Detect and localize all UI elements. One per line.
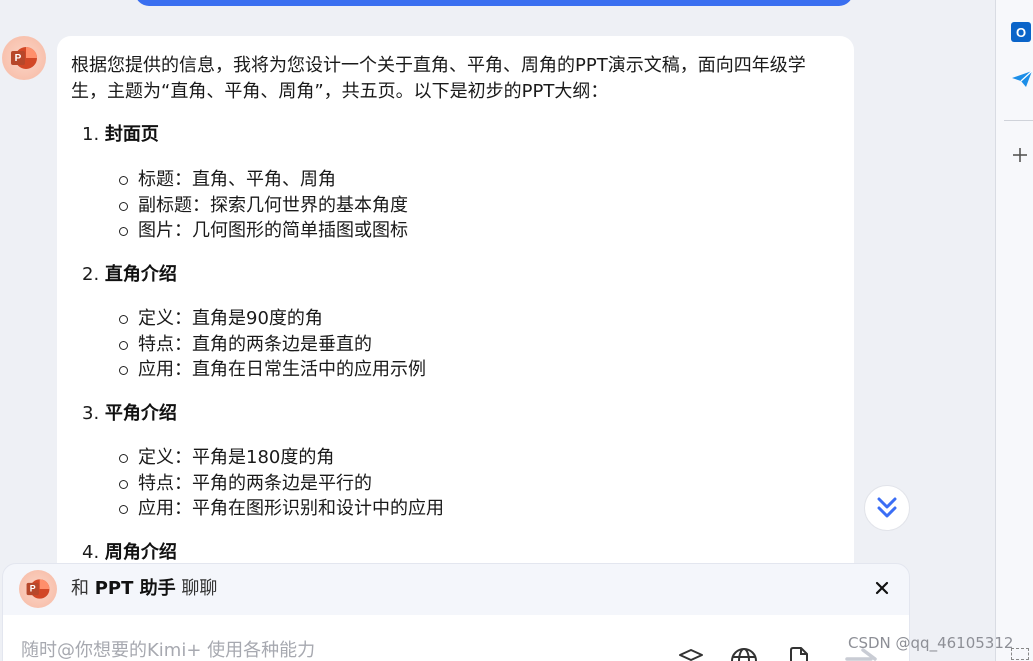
chat-composer: 和 PPT 助手 聊聊 随时@你想要的Kimi+ 使用各种能力 bbox=[2, 563, 910, 661]
list-item: 定义：直角是90度的角 bbox=[119, 306, 426, 332]
outlook-icon[interactable]: O bbox=[1011, 22, 1031, 42]
list-item: 副标题：探索几何世界的基本角度 bbox=[119, 193, 408, 219]
section-2-bullets: 定义：直角是90度的角 特点：直角的两条边是垂直的 应用：直角在日常生活中的应用… bbox=[119, 306, 426, 383]
assistant-avatar: P bbox=[2, 36, 46, 80]
composer-prefix: 和 bbox=[71, 578, 89, 599]
message-intro-text: 根据您提供的信息，我将为您设计一个关于直角、平角、周角的PPT演示文稿，面向四年… bbox=[71, 55, 806, 102]
right-sidebar bbox=[996, 0, 1033, 661]
ppt-assistant-avatar: P bbox=[19, 570, 57, 608]
section-number: 2. bbox=[82, 264, 100, 285]
list-item: 特点：平角的两条边是平行的 bbox=[119, 471, 444, 497]
previous-user-message-bubble bbox=[135, 0, 853, 6]
list-item: 图片：几何图形的简单插图或图标 bbox=[119, 218, 408, 244]
list-item: 应用：直角在日常生活中的应用示例 bbox=[119, 357, 426, 383]
list-item: 标题：直角、平角、周角 bbox=[119, 167, 408, 193]
outline-section-3: 3. 平角介绍 bbox=[82, 401, 177, 427]
sidebar-collapse-icon[interactable] bbox=[1011, 648, 1029, 660]
section-3-bullets: 定义：平角是180度的角 特点：平角的两条边是平行的 应用：平角在图形识别和设计… bbox=[119, 445, 444, 522]
composer-header: 和 PPT 助手 聊聊 bbox=[71, 577, 217, 601]
section-number: 4. bbox=[82, 542, 100, 563]
plus-icon[interactable] bbox=[1011, 146, 1029, 164]
section-title: 平角介绍 bbox=[104, 403, 177, 424]
chat-page: P 根据您提供的信息，我将为您设计一个关于直角、平角、周角的PPT演示文稿，面向… bbox=[0, 0, 1033, 661]
section-title: 直角介绍 bbox=[104, 264, 177, 285]
section-1-bullets: 标题：直角、平角、周角 副标题：探索几何世界的基本角度 图片：几何图形的简单插图… bbox=[119, 167, 408, 244]
globe-icon[interactable] bbox=[730, 647, 758, 661]
outline-section-2: 2. 直角介绍 bbox=[82, 262, 177, 288]
powerpoint-logo-icon: P bbox=[26, 579, 50, 599]
powerpoint-logo-icon: P bbox=[11, 47, 37, 69]
composer-suffix: 聊聊 bbox=[181, 578, 218, 599]
section-number: 3. bbox=[82, 403, 100, 424]
list-item: 特点：直角的两条边是垂直的 bbox=[119, 332, 426, 358]
section-title: 封面页 bbox=[104, 124, 159, 145]
sidebar-separator bbox=[1004, 120, 1033, 121]
outline-section-1: 1. 封面页 bbox=[82, 122, 159, 148]
list-item: 定义：平角是180度的角 bbox=[119, 445, 444, 471]
assistant-name: PPT 助手 bbox=[94, 578, 176, 599]
watermark: CSDN @qq_46105312 bbox=[848, 634, 1014, 652]
section-number: 1. bbox=[82, 124, 100, 145]
file-icon[interactable] bbox=[788, 647, 810, 661]
sidebar-divider bbox=[995, 0, 996, 661]
message-input-placeholder[interactable]: 随时@你想要的Kimi+ 使用各种能力 bbox=[21, 636, 315, 661]
close-icon bbox=[875, 581, 889, 595]
list-item: 应用：平角在图形识别和设计中的应用 bbox=[119, 496, 444, 522]
close-assistant-button[interactable] bbox=[871, 577, 893, 599]
section-title: 周角介绍 bbox=[104, 542, 177, 563]
message-input-area[interactable]: 随时@你想要的Kimi+ 使用各种能力 bbox=[3, 615, 909, 661]
scroll-to-bottom-button[interactable] bbox=[864, 485, 910, 531]
cube-icon[interactable] bbox=[678, 648, 704, 661]
double-chevron-down-icon bbox=[877, 497, 897, 518]
send-plane-icon[interactable] bbox=[1011, 70, 1033, 88]
